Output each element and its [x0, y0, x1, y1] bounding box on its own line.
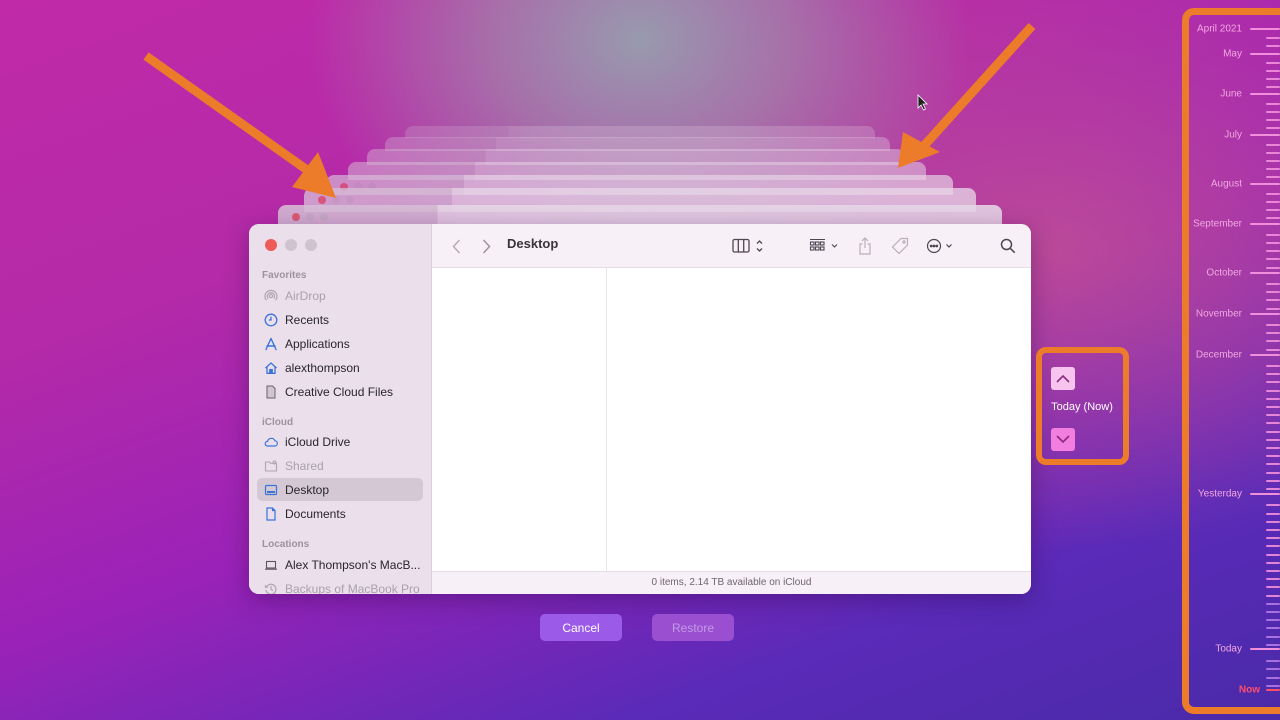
arrow-left: [143, 52, 336, 198]
mouse-cursor: [917, 94, 928, 111]
annotation-arrows: [143, 22, 1036, 198]
